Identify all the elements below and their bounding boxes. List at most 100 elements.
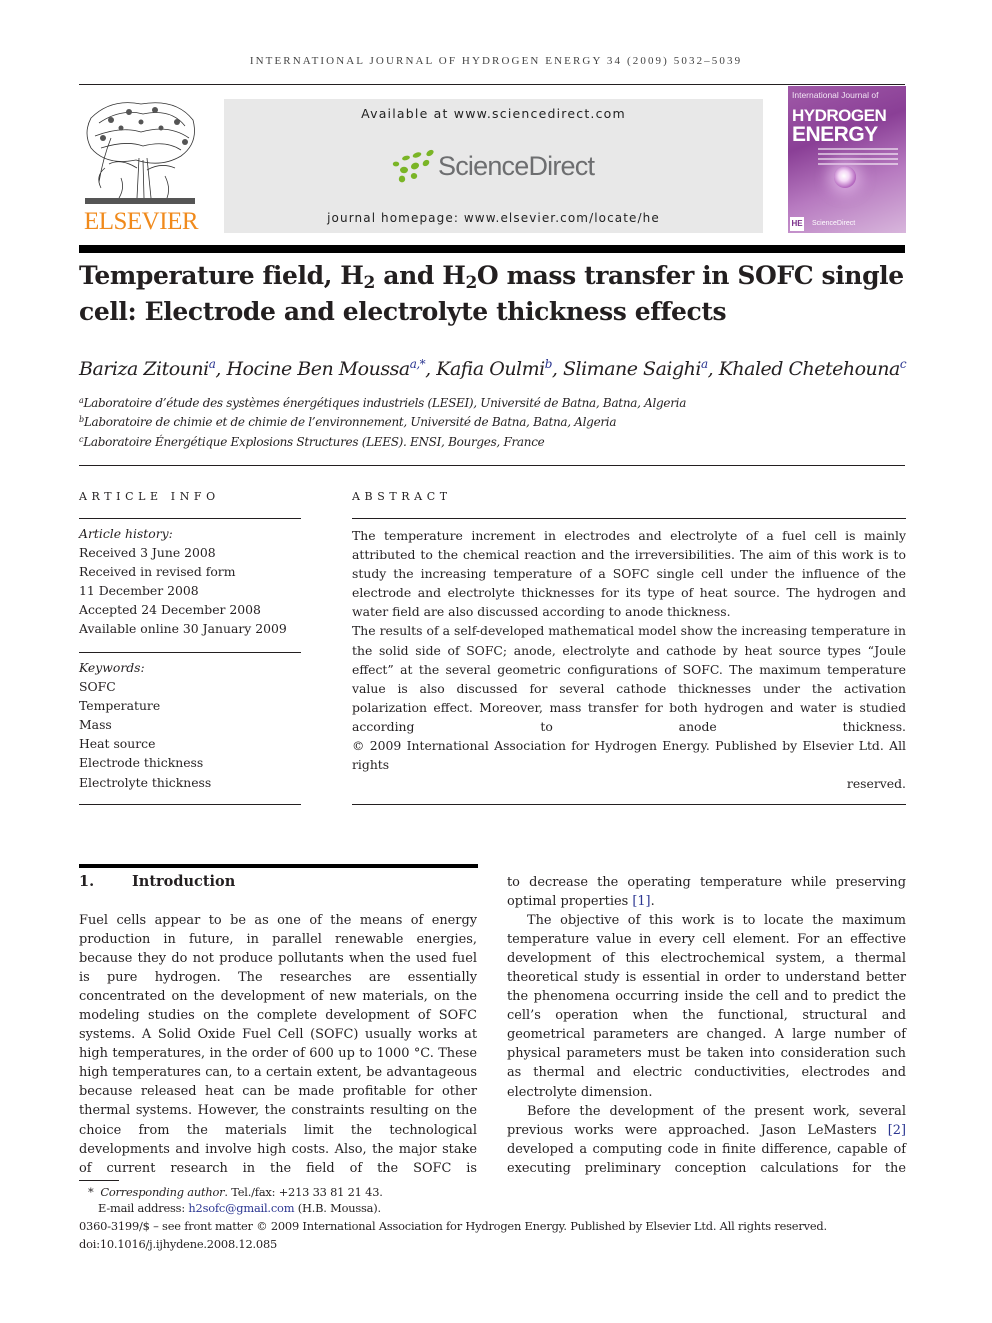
corresponding-label: Corresponding author bbox=[100, 1185, 225, 1199]
cover-editor-lines bbox=[818, 148, 898, 168]
article-info-heading: ARTICLE INFO bbox=[79, 490, 220, 503]
article-info-rule bbox=[79, 518, 301, 519]
available-at-text[interactable]: Available at www.sciencedirect.com bbox=[224, 106, 763, 121]
copyright-line-end: reserved. bbox=[846, 776, 906, 792]
author-name: Bariza Zitouni bbox=[79, 358, 209, 380]
body-text: developed a computing code in finite dif… bbox=[507, 1141, 906, 1176]
body-text: to decrease the operating temperature wh… bbox=[507, 875, 906, 910]
body-text: . bbox=[650, 894, 655, 910]
title-part: O mass transfer in SOFC single bbox=[476, 261, 904, 290]
history-item: 11 December 2008 bbox=[79, 583, 199, 599]
article-history: Article history: Received 3 June 2008 Re… bbox=[79, 524, 301, 639]
history-item: Received in revised form bbox=[79, 564, 236, 580]
history-item: Received 3 June 2008 bbox=[79, 545, 216, 561]
affiliation-text: Laboratoire de chimie et de chimie de l’… bbox=[83, 415, 617, 429]
journal-cover[interactable]: International Journal of HYDROGEN ENERGY… bbox=[788, 86, 906, 233]
title-line-2: cell: Electrode and electrolyte thicknes… bbox=[79, 297, 727, 326]
abstract-paragraph: The temperature increment in electrodes … bbox=[352, 528, 906, 620]
author-name: Kafia Oulmi bbox=[436, 358, 545, 380]
abstract-paragraph: The results of a self-developed mathemat… bbox=[352, 623, 906, 734]
author-name: Khaled Chetehouna bbox=[718, 358, 901, 380]
section-number: 1. bbox=[79, 873, 95, 890]
introduction-rule bbox=[79, 864, 478, 868]
body-paragraph: Before the development of the present wo… bbox=[507, 1102, 906, 1178]
author[interactable]: Kafia Oulmib bbox=[436, 358, 552, 380]
abstract-body: The temperature increment in electrodes … bbox=[352, 526, 906, 793]
affiliation-marker[interactable]: c bbox=[900, 357, 907, 371]
email-link[interactable]: h2sofc@gmail.com bbox=[188, 1201, 294, 1215]
email-note: E-mail address: h2sofc@gmail.com (H.B. M… bbox=[98, 1201, 928, 1215]
citation-link[interactable]: [1] bbox=[632, 894, 650, 909]
affiliation-text: Laboratoire d’étude des systèmes énergét… bbox=[83, 396, 687, 410]
author[interactable]: Hocine Ben Moussaa,* bbox=[226, 358, 425, 380]
copyright-line: © 2009 International Association for Hyd… bbox=[352, 738, 906, 773]
abstract-rule bbox=[352, 518, 906, 519]
affiliation-rule bbox=[79, 465, 905, 466]
abstract-heading: ABSTRACT bbox=[352, 490, 452, 503]
author-separator: , bbox=[425, 358, 437, 380]
author-name: Hocine Ben Moussa bbox=[226, 358, 410, 380]
introduction-left-column: Fuel cells appear to be as one of the me… bbox=[79, 911, 477, 1178]
author[interactable]: Bariza Zitounia bbox=[79, 358, 216, 380]
affiliation-marker[interactable]: b bbox=[545, 357, 553, 371]
elsevier-logo[interactable]: ELSEVIER bbox=[79, 98, 202, 236]
affiliation-marker[interactable]: a bbox=[701, 357, 708, 371]
footnote-rule bbox=[79, 1180, 119, 1181]
running-head: INTERNATIONAL JOURNAL OF HYDROGEN ENERGY… bbox=[249, 55, 743, 67]
author-separator: , bbox=[551, 358, 564, 380]
sciencedirect-dots-icon bbox=[392, 149, 434, 183]
history-item: Available online 30 January 2009 bbox=[79, 621, 287, 637]
article-title: Temperature field, H2 and H2O mass trans… bbox=[79, 258, 909, 330]
elsevier-tree-icon bbox=[85, 102, 195, 204]
author-name: Slimane Saighi bbox=[563, 358, 701, 380]
cover-badge: HE bbox=[790, 217, 804, 231]
affiliation: bLaboratoire de chimie et de chimie de l… bbox=[79, 415, 909, 429]
section-title: Introduction bbox=[132, 873, 236, 890]
sciencedirect-wordmark: ScienceDirect bbox=[438, 151, 595, 181]
email-owner: (H.B. Moussa). bbox=[294, 1201, 381, 1215]
section-heading-introduction: 1. Introduction bbox=[79, 873, 235, 890]
keyword: Heat source bbox=[79, 736, 156, 752]
journal-homepage-link[interactable]: journal homepage: www.elsevier.com/locat… bbox=[224, 211, 763, 225]
doi-link[interactable]: doi:10.1016/j.ijhydene.2008.12.085 bbox=[79, 1237, 909, 1251]
title-subscript: 2 bbox=[465, 273, 477, 293]
keyword: Electrode thickness bbox=[79, 755, 204, 771]
cover-orb-graphic bbox=[834, 166, 856, 188]
abstract-bottom-rule bbox=[352, 804, 906, 805]
affiliation-text: Laboratoire Énergétique Explosions Struc… bbox=[83, 435, 545, 449]
sciencedirect-banner: Available at www.sciencedirect.com Scien… bbox=[224, 99, 763, 233]
body-paragraph: Fuel cells appear to be as one of the me… bbox=[79, 913, 477, 1176]
keyword: Temperature bbox=[79, 698, 161, 714]
author[interactable]: Slimane Saighia bbox=[563, 358, 708, 380]
title-subscript: 2 bbox=[363, 273, 376, 293]
affiliation: aLaboratoire d’étude des systèmes énergé… bbox=[79, 396, 909, 410]
cover-sciencedirect: ScienceDirect bbox=[812, 220, 856, 227]
cover-subtitle: International Journal of bbox=[792, 90, 879, 100]
author[interactable]: Khaled Chetehounac bbox=[718, 357, 907, 380]
cover-title-energy: ENERGY bbox=[792, 123, 878, 146]
header-rule bbox=[79, 84, 905, 85]
article-info-bottom-rule bbox=[79, 804, 301, 805]
history-label: Article history: bbox=[79, 526, 173, 541]
keywords-rule bbox=[79, 652, 301, 653]
keyword: SOFC bbox=[79, 679, 116, 695]
author-separator: , bbox=[215, 358, 227, 380]
email-label: E-mail address: bbox=[98, 1201, 189, 1215]
elsevier-wordmark: ELSEVIER bbox=[83, 208, 199, 235]
sciencedirect-logo[interactable]: ScienceDirect bbox=[390, 147, 600, 187]
body-text: Before the development of the present wo… bbox=[507, 1103, 906, 1138]
masthead-thick-rule bbox=[79, 245, 905, 253]
citation-link[interactable]: [2] bbox=[888, 1123, 906, 1138]
affiliation-marker[interactable]: a,* bbox=[410, 357, 426, 371]
keywords-list: Keywords: SOFC Temperature Mass Heat sou… bbox=[79, 658, 301, 792]
keyword: Electrolyte thickness bbox=[79, 774, 212, 790]
body-paragraph: The objective of this work is to locate … bbox=[507, 913, 906, 1100]
phone-fax: . Tel./fax: +213 33 81 21 43. bbox=[224, 1185, 383, 1199]
footnote-marker: * bbox=[88, 1185, 94, 1199]
author-separator: , bbox=[707, 358, 719, 380]
history-item: Accepted 24 December 2008 bbox=[79, 602, 261, 618]
keyword: Mass bbox=[79, 717, 112, 733]
affiliation: cLaboratoire Énergétique Explosions Stru… bbox=[79, 435, 909, 449]
introduction-right-column: to decrease the operating temperature wh… bbox=[507, 873, 906, 1178]
body-paragraph: to decrease the operating temperature wh… bbox=[507, 873, 906, 911]
